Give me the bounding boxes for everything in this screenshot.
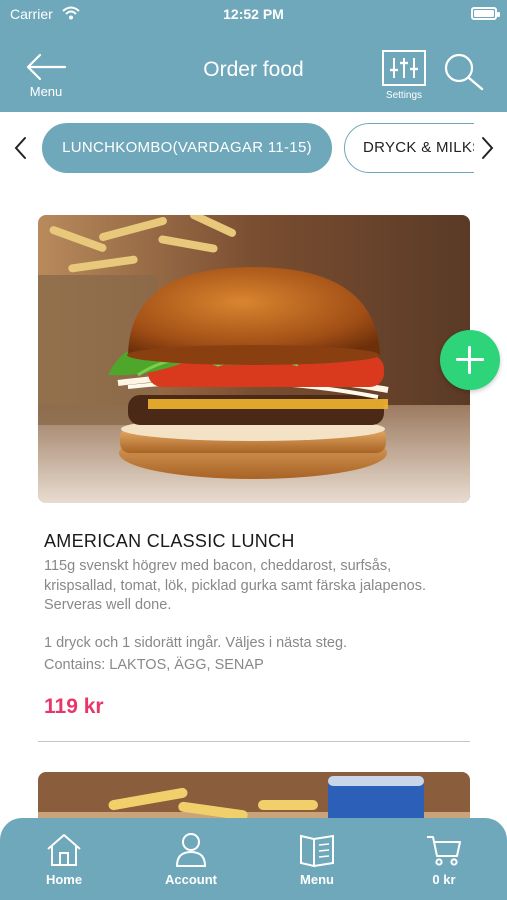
header-curve	[0, 96, 507, 110]
tab-menu[interactable]: Menu	[272, 832, 362, 887]
back-button-label: Menu	[29, 84, 63, 99]
status-bar: Carrier 12:52 PM	[0, 6, 507, 24]
category-next-button[interactable]	[476, 135, 498, 161]
category-chip-lunchkombo[interactable]: LUNCHKOMBO(VARDAGAR 11-15)	[42, 123, 332, 173]
sliders-icon	[382, 50, 426, 86]
category-chip-dryck[interactable]: DRYCK & MILKSHAKE	[344, 123, 474, 173]
product-price: 119 kr	[44, 695, 104, 718]
home-icon	[47, 834, 81, 866]
divider	[38, 741, 470, 742]
product-allergens: Contains: LAKTOS, ÄGG, SENAP	[44, 657, 264, 673]
tab-home[interactable]: Home	[19, 832, 109, 887]
cart-icon	[427, 836, 461, 866]
tab-cart-label: 0 kr	[432, 872, 456, 887]
tab-home-label: Home	[45, 872, 83, 887]
product-details: 1 dryck och 1 sidorätt ingår. Väljes i n…	[44, 632, 464, 676]
product-image[interactable]	[38, 215, 470, 503]
status-time: 12:52 PM	[223, 6, 284, 22]
tab-account-label: Account	[165, 872, 217, 887]
product-name: AMERICAN CLASSIC LUNCH	[44, 531, 295, 551]
settings-label: Settings	[385, 90, 423, 101]
product-included: 1 dryck och 1 sidorätt ingår. Väljes i n…	[44, 635, 348, 651]
category-prev-button[interactable]	[10, 135, 32, 161]
add-to-cart-button[interactable]	[440, 330, 500, 390]
battery-icon	[471, 7, 500, 20]
book-icon	[300, 834, 334, 868]
tab-menu-label: Menu	[300, 872, 334, 887]
chevron-left-icon	[14, 137, 26, 159]
bottom-tab-bar: Home Account Menu 0 kr	[0, 818, 507, 900]
page-title: Order food	[203, 58, 304, 81]
tab-account[interactable]: Account	[146, 832, 236, 887]
tab-cart[interactable]: 0 kr	[399, 832, 489, 887]
chevron-right-icon	[482, 137, 494, 159]
settings-button[interactable]: Settings	[380, 50, 428, 102]
product-description: 115g svenskt högrev med bacon, cheddaros…	[44, 558, 427, 613]
search-button[interactable]	[442, 52, 486, 92]
category-chip-list: LUNCHKOMBO(VARDAGAR 11-15) DRYCK & MILKS…	[42, 122, 474, 174]
user-icon	[175, 833, 207, 867]
search-icon	[444, 53, 484, 91]
